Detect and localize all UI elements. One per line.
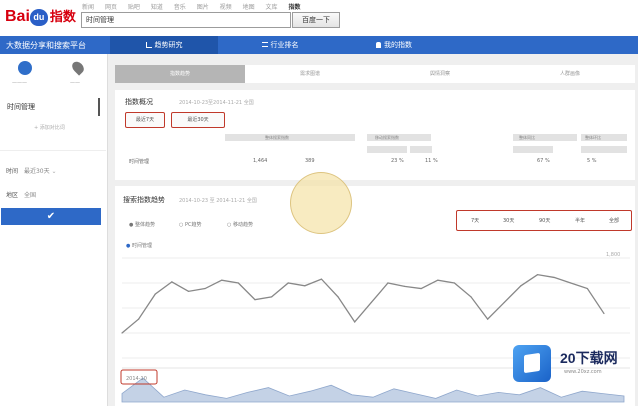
data-point xyxy=(536,274,539,276)
watermark: 20下载网 www.20xz.com xyxy=(512,344,636,386)
watermark-url: www.20xz.com xyxy=(564,369,602,375)
watermark-logo-icon xyxy=(513,345,551,382)
data-point xyxy=(154,293,156,295)
data-point xyxy=(270,296,273,298)
data-point xyxy=(453,282,456,284)
data-point xyxy=(520,285,522,287)
data-point xyxy=(337,296,339,298)
data-point xyxy=(570,282,572,284)
data-point xyxy=(187,290,190,292)
data-point xyxy=(603,312,605,315)
data-point xyxy=(171,281,173,283)
data-point xyxy=(121,332,123,334)
data-point xyxy=(254,299,256,301)
data-point xyxy=(553,276,555,279)
data-point xyxy=(237,282,239,284)
data-point xyxy=(287,282,289,284)
data-point xyxy=(470,296,472,298)
data-point xyxy=(403,285,406,287)
data-point xyxy=(387,282,389,284)
data-point xyxy=(221,279,223,281)
data-point xyxy=(503,301,505,304)
data-point xyxy=(370,301,372,304)
data-point xyxy=(586,287,588,290)
data-point xyxy=(420,287,422,290)
y-tick-label: 1,800 xyxy=(606,252,620,258)
data-point xyxy=(354,321,356,323)
data-point xyxy=(304,285,306,287)
watermark-name: 20下载网 xyxy=(560,350,618,366)
timeline-label: 2014-10 xyxy=(126,376,147,382)
data-point xyxy=(320,278,323,280)
data-point xyxy=(138,318,140,320)
data-point xyxy=(204,287,206,290)
cube-icon xyxy=(524,352,540,374)
data-point xyxy=(437,279,439,281)
data-point xyxy=(487,318,489,320)
